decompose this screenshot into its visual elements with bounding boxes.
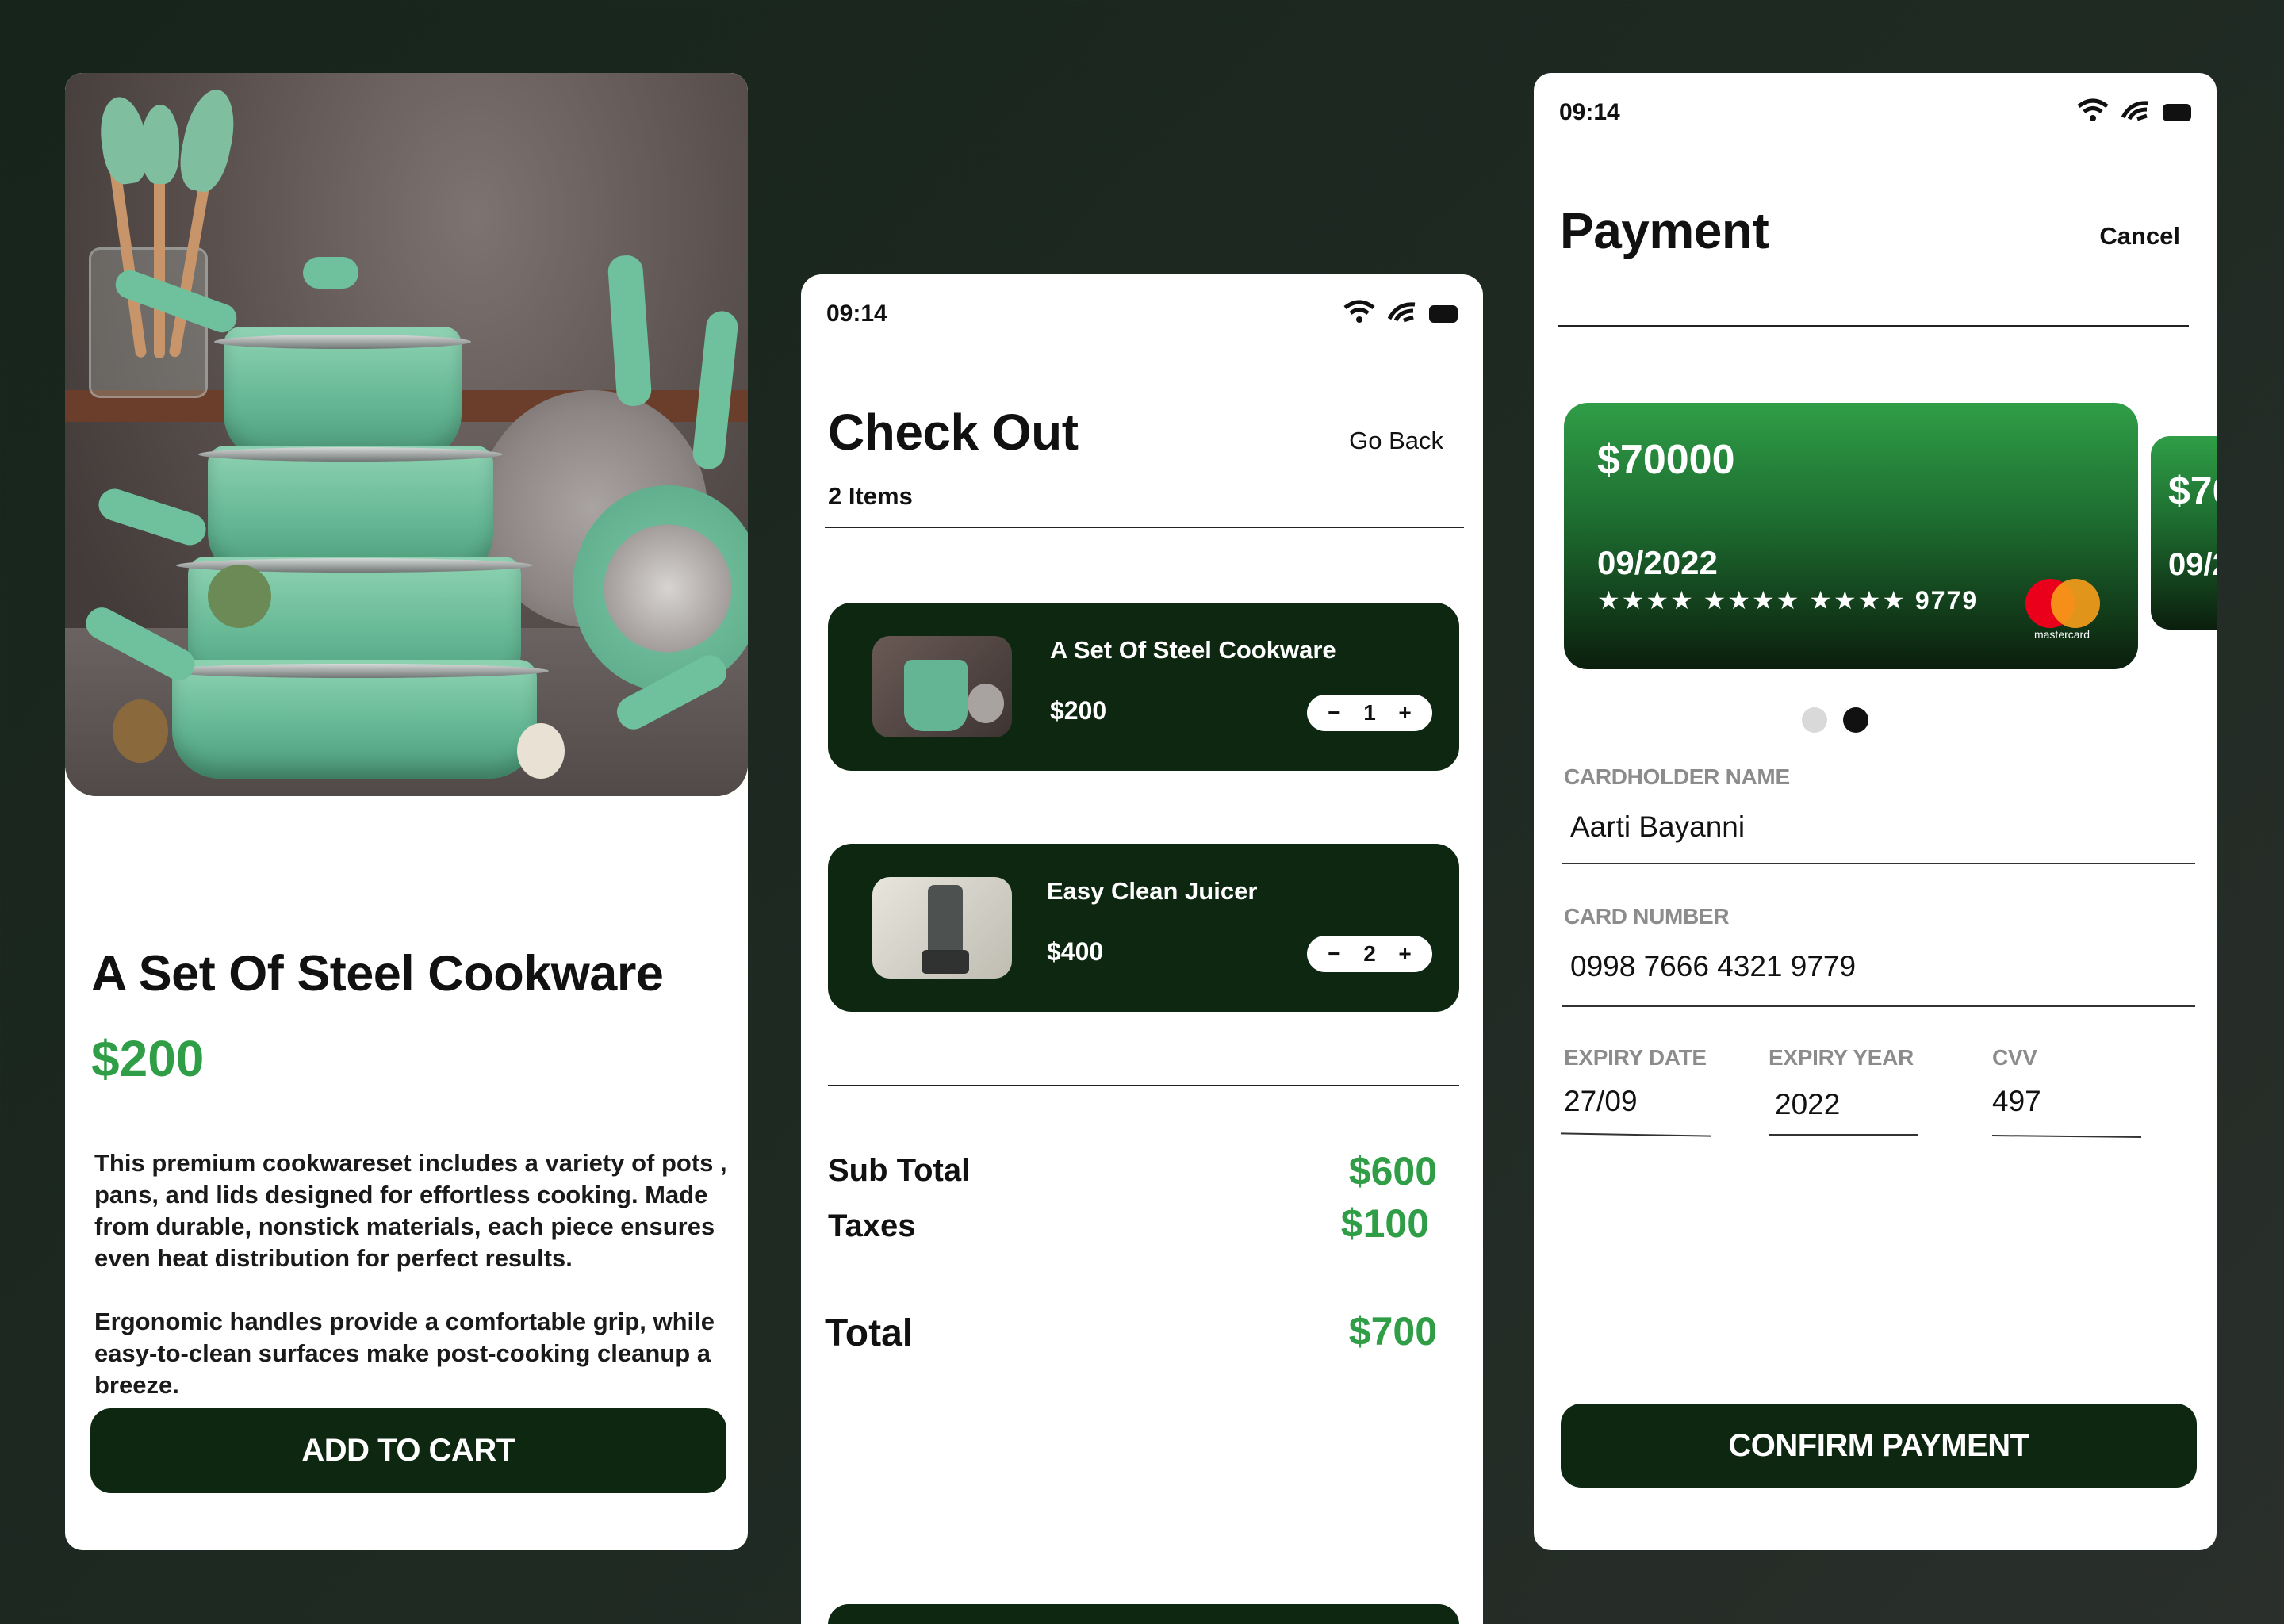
cardholder-field[interactable]: Aarti Bayanni [1570,810,1745,844]
wifi-icon [1343,300,1375,328]
brand-label: mastercard [2033,628,2090,641]
cart-item-thumbnail [872,636,1012,737]
field-underline [1562,863,2195,864]
quantity-value: 1 [1363,700,1376,725]
signal-icon [1386,300,1418,328]
signal-icon [2120,98,2152,127]
card-pagination [1802,707,1868,733]
subtotal-label: Sub Total [828,1153,971,1188]
quantity-stepper[interactable]: − 2 + [1307,936,1432,972]
card-expiry: 09/2022 [2168,547,2217,582]
cart-item-price: $400 [1047,937,1104,966]
taxes-value: $100 [1340,1201,1429,1246]
total-value: $700 [1348,1309,1437,1354]
taxes-label: Taxes [828,1208,916,1243]
product-price: $200 [91,1030,205,1087]
cart-item-thumbnail [872,877,1012,979]
item-count: 2 Items [828,482,913,510]
cart-item-name: Easy Clean Juicer [1047,877,1258,905]
cart-item-price: $200 [1050,696,1107,725]
add-to-cart-button[interactable]: ADD TO CART [90,1408,726,1493]
quantity-stepper[interactable]: − 1 + [1307,695,1432,731]
checkout-screen: 09:14 Check Out Go Back 2 Items A Set Of… [801,274,1483,1624]
description-paragraph: Ergonomic handles provide a comfortable … [94,1308,715,1399]
payment-card[interactable]: $70000 09/2022 ★★★★ ★★★★ ★★★★ 9779 maste… [1564,403,2138,669]
pagination-dot-active[interactable] [1843,707,1868,733]
go-back-link[interactable]: Go Back [1349,427,1443,455]
cart-item[interactable]: Easy Clean Juicer $400 − 2 + [828,844,1459,1012]
increment-button[interactable]: + [1398,700,1411,726]
confirm-payment-button[interactable]: CONFIRM PAYMENT [1561,1404,2197,1488]
increment-button[interactable]: + [1398,941,1411,967]
summary-divider [828,1085,1459,1086]
mastercard-logo: mastercard [2022,579,2102,642]
expiry-year-field[interactable]: 2022 [1775,1088,1840,1121]
payment-screen: 09:14 Payment Cancel $70000 09/2022 ★★★★… [1534,73,2217,1550]
field-underline [1562,1005,2195,1007]
quantity-value: 2 [1363,941,1376,966]
card-balance: $70000 [2168,469,2217,513]
field-underline [1560,1132,1712,1137]
card-number-field[interactable]: 0998 7666 4321 9779 [1570,950,1856,983]
header-divider [1558,325,2189,327]
cardholder-label: CARDHOLDER NAME [1564,764,1790,789]
status-time: 09:14 [1559,99,1620,125]
expiry-year-label: EXPIRY YEAR [1769,1045,1914,1070]
cancel-link[interactable]: Cancel [2099,222,2180,251]
checkout-button[interactable] [828,1604,1459,1624]
header-divider [825,527,1464,528]
field-underline [1769,1134,1918,1136]
decrement-button[interactable]: − [1328,700,1340,726]
expiry-date-label: EXPIRY DATE [1564,1045,1707,1070]
payment-card-next[interactable]: $70000 09/2022 [2151,436,2217,630]
battery-icon [2163,104,2191,121]
showcase-canvas: A Set Of Steel Cookware $200 This premiu… [0,0,2284,1624]
status-bar: 09:14 [826,298,1458,330]
wifi-icon [2077,98,2109,127]
pagination-dot[interactable] [1802,707,1827,733]
subtotal-value: $600 [1348,1149,1437,1193]
card-number-label: CARD NUMBER [1564,904,1730,929]
expiry-date-field[interactable]: 27/09 [1564,1085,1638,1118]
cvv-label: CVV [1992,1045,2037,1070]
card-balance: $70000 [1597,437,1735,483]
cart-item[interactable]: A Set Of Steel Cookware $200 − 1 + [828,603,1459,771]
product-description: This premium cookwareset includes a vari… [94,1147,729,1433]
product-screen: A Set Of Steel Cookware $200 This premiu… [65,73,748,1550]
description-paragraph: This premium cookwareset includes a vari… [94,1149,727,1272]
status-time: 09:14 [826,301,887,327]
cart-item-name: A Set Of Steel Cookware [1050,636,1336,664]
status-bar: 09:14 [1559,97,2191,128]
page-title: Payment [1560,202,1769,259]
card-expiry: 09/2022 [1597,544,1718,581]
page-title: Check Out [828,404,1079,461]
field-underline [1991,1135,2142,1138]
cvv-field[interactable]: 497 [1992,1085,2041,1118]
battery-icon [1429,305,1458,323]
card-masked-number: ★★★★ ★★★★ ★★★★ 9779 [1597,586,1979,615]
product-hero-image [65,73,748,796]
total-label: Total [825,1312,914,1354]
product-title: A Set Of Steel Cookware [91,946,664,1002]
decrement-button[interactable]: − [1328,941,1340,967]
